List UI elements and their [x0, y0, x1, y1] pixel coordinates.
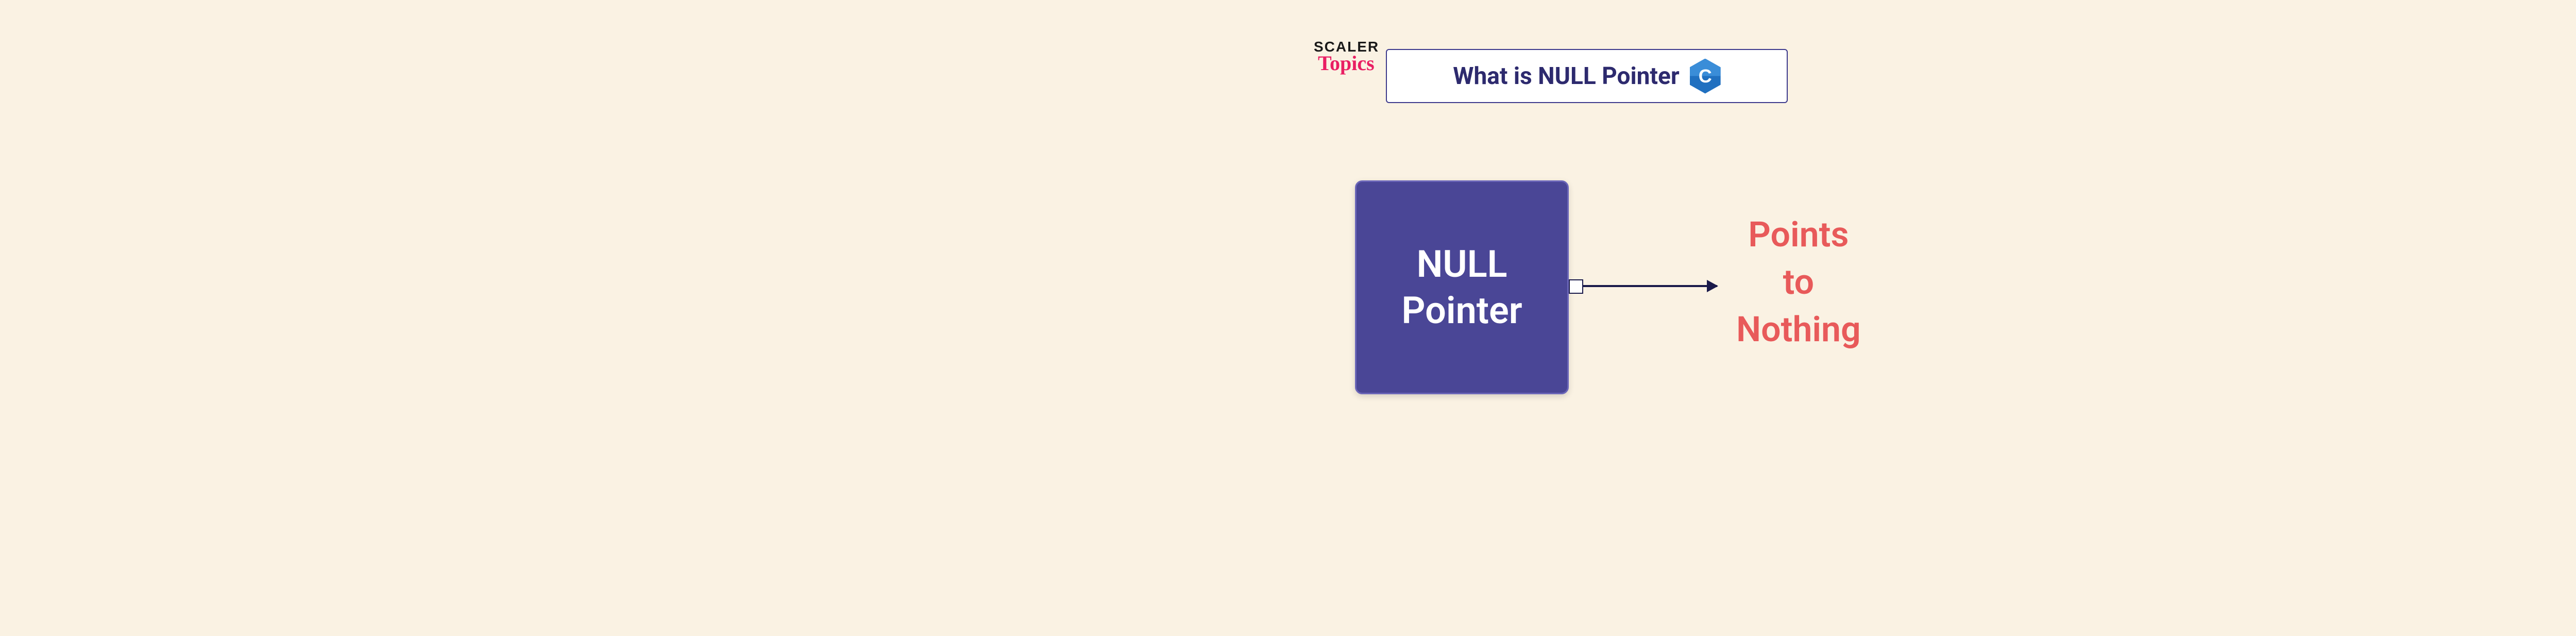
null-pointer-label: NULLPointer [1401, 241, 1522, 334]
title-text: What is NULL Pointer [1453, 62, 1679, 90]
brand-logo: SCALER Topics [1314, 39, 1379, 75]
logo-text-secondary: Topics [1318, 51, 1379, 75]
arrow-icon [1583, 285, 1717, 287]
null-pointer-box: NULLPointer [1355, 180, 1569, 394]
pointer-connector-icon [1569, 279, 1583, 294]
c-language-icon: C [1690, 59, 1721, 94]
title-container: What is NULL Pointer C [1386, 49, 1788, 103]
points-to-nothing-label: PointstoNothing [1736, 211, 1861, 353]
diagram-canvas: SCALER Topics What is NULL Pointer C NUL… [1082, 0, 2009, 636]
